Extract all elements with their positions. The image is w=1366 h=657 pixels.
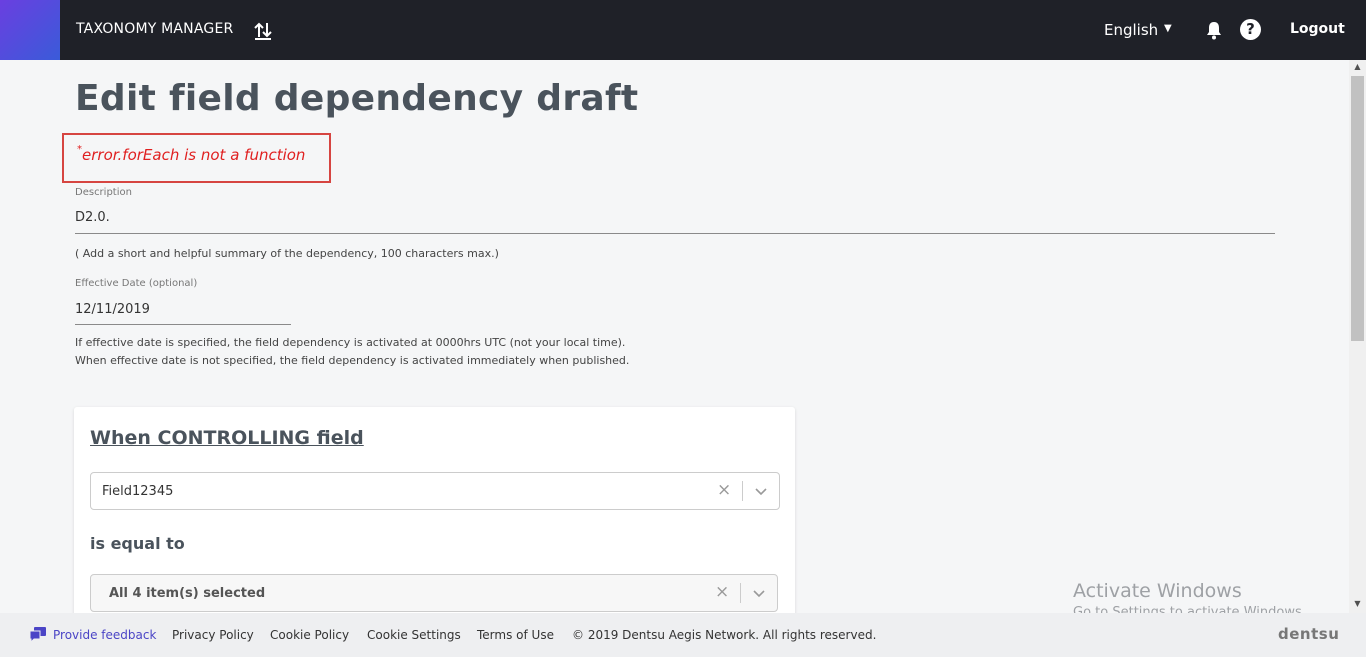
card-title: When CONTROLLING field — [90, 427, 364, 449]
scroll-thumb[interactable] — [1351, 76, 1364, 341]
description-hint: ( Add a short and helpful summary of the… — [75, 247, 499, 260]
error-message-text: error.forEach is not a function — [82, 146, 306, 164]
is-equal-to-label: is equal to — [90, 534, 185, 553]
top-navigation-bar: TAXONOMY MANAGER English ▼ ? Logout — [0, 0, 1366, 60]
controlling-field-select[interactable]: Field12345 × — [90, 472, 780, 510]
privacy-policy-link[interactable]: Privacy Policy — [172, 628, 254, 642]
effective-date-hint-1: If effective date is specified, the fiel… — [75, 336, 626, 349]
dentsu-logo: dentsu — [1278, 625, 1340, 643]
feedback-icon[interactable] — [30, 627, 46, 642]
effective-date-input[interactable]: 12/11/2019 — [75, 302, 150, 317]
controlling-field-card: When CONTROLLING field Field12345 × is e… — [74, 407, 795, 637]
error-marker: * — [77, 144, 82, 155]
help-icon[interactable]: ? — [1240, 19, 1261, 40]
activate-windows-title: Activate Windows — [1073, 580, 1242, 602]
description-input[interactable]: D2.0. — [75, 210, 110, 225]
clear-icon[interactable]: × — [717, 482, 731, 499]
page-title: Edit field dependency draft — [75, 78, 639, 119]
bell-icon[interactable] — [1205, 20, 1223, 40]
controlled-values-select[interactable]: All 4 item(s) selected × — [90, 574, 778, 612]
select-separator — [740, 583, 741, 603]
footer: Provide feedback Privacy Policy Cookie P… — [0, 613, 1366, 657]
scroll-up-arrow[interactable]: ▲ — [1349, 62, 1366, 74]
error-message: *error.forEach is not a function — [77, 144, 306, 164]
provide-feedback-link[interactable]: Provide feedback — [53, 628, 156, 642]
effective-date-hint-2: When effective date is not specified, th… — [75, 354, 630, 367]
controlling-field-value: Field12345 — [102, 484, 174, 499]
vertical-scrollbar[interactable]: ▲ ▼ — [1349, 60, 1366, 613]
language-select[interactable]: English — [1104, 21, 1158, 39]
cookie-settings-link[interactable]: Cookie Settings — [367, 628, 461, 642]
terms-of-use-link[interactable]: Terms of Use — [477, 628, 554, 642]
chevron-down-icon[interactable] — [754, 484, 768, 498]
logout-button[interactable]: Logout — [1290, 21, 1345, 37]
scroll-down-arrow[interactable]: ▼ — [1349, 599, 1366, 611]
clear-icon[interactable]: × — [715, 584, 729, 601]
description-label: Description — [75, 187, 132, 198]
caret-down-icon[interactable]: ▼ — [1164, 23, 1172, 34]
app-title[interactable]: TAXONOMY MANAGER — [76, 21, 233, 37]
upload-download-icon[interactable] — [252, 19, 274, 41]
description-underline — [75, 233, 1275, 234]
chevron-down-icon[interactable] — [752, 586, 766, 600]
copyright-text: © 2019 Dentsu Aegis Network. All rights … — [572, 628, 877, 642]
error-box: *error.forEach is not a function — [62, 133, 331, 183]
effective-date-underline — [75, 324, 291, 325]
select-separator — [742, 481, 743, 501]
cookie-policy-link[interactable]: Cookie Policy — [270, 628, 349, 642]
effective-date-label: Effective Date (optional) — [75, 278, 198, 289]
values-selected-summary: All 4 item(s) selected — [109, 586, 266, 601]
brand-accent — [0, 0, 60, 60]
